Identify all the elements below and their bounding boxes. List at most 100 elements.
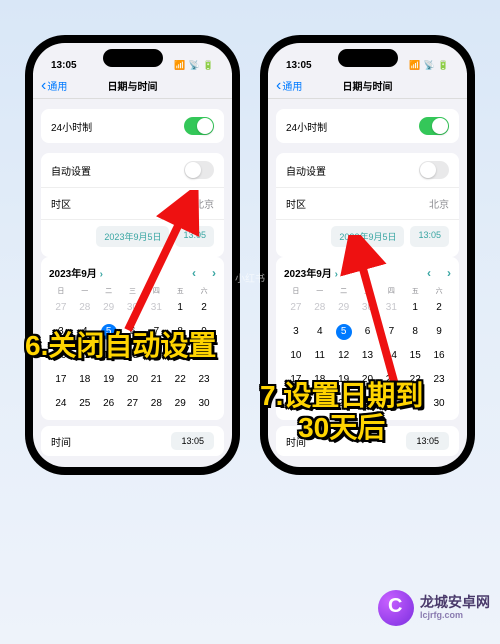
pill-date[interactable]: 2023年9月5日 xyxy=(96,226,169,247)
weekday-label: 五 xyxy=(403,286,427,296)
calendar-day-prevmonth[interactable]: 30 xyxy=(356,300,380,316)
calendar-day-prevmonth[interactable]: 27 xyxy=(284,300,308,316)
pill-time[interactable]: 13:05 xyxy=(410,226,449,247)
calendar-day[interactable]: 22 xyxy=(168,372,192,388)
calendar-prev-icon[interactable]: ‹ xyxy=(427,266,431,280)
calendar-header: 2023年9月 ‹ › xyxy=(49,265,216,280)
settings-group-datetime: 自动设置 时区 北京 2023年9月5日 13:05 xyxy=(276,153,459,257)
label-auto-set: 自动设置 xyxy=(286,163,326,178)
row-timezone[interactable]: 时区 北京 xyxy=(41,188,224,220)
calendar-day[interactable]: 19 xyxy=(97,372,121,388)
calendar-day[interactable]: 1 xyxy=(403,300,427,316)
calendar-day[interactable]: 2 xyxy=(192,300,216,316)
calendar-day[interactable]: 11 xyxy=(308,348,332,364)
calendar-day[interactable]: 21 xyxy=(144,372,168,388)
calendar-day[interactable]: 7 xyxy=(379,324,403,340)
calendar-day[interactable]: 13 xyxy=(356,348,380,364)
calendar-prev-icon[interactable]: ‹ xyxy=(192,266,196,280)
weekday-label: 一 xyxy=(308,286,332,296)
label-auto-set: 自动设置 xyxy=(51,163,91,178)
calendar-month-label[interactable]: 2023年9月 xyxy=(49,265,103,280)
calendar-month-label[interactable]: 2023年9月 xyxy=(284,265,338,280)
pill-date[interactable]: 2023年9月5日 xyxy=(331,226,404,247)
calendar-day[interactable]: 30 xyxy=(427,396,451,412)
calendar-day[interactable]: 16 xyxy=(427,348,451,364)
calendar-day-prevmonth[interactable]: 29 xyxy=(97,300,121,316)
page-title: 日期与时间 xyxy=(343,78,393,93)
pill-time[interactable]: 13:05 xyxy=(175,226,214,247)
watermark: 小红书 xyxy=(235,270,265,285)
calendar-day[interactable]: 20 xyxy=(121,372,145,388)
calendar-day-prevmonth[interactable]: 28 xyxy=(73,300,97,316)
row-auto-set: 自动设置 xyxy=(276,153,459,188)
calendar-next-icon[interactable]: › xyxy=(212,266,216,280)
weekday-label: 四 xyxy=(379,286,403,296)
time-picker-value[interactable]: 13:05 xyxy=(171,432,214,450)
calendar-day-prevmonth[interactable]: 29 xyxy=(332,300,356,316)
calendar-day[interactable]: 25 xyxy=(73,396,97,412)
calendar-day[interactable]: 6 xyxy=(356,324,380,340)
calendar-day[interactable]: 5 xyxy=(336,324,352,340)
calendar-day[interactable]: 27 xyxy=(121,396,145,412)
label-time: 时间 xyxy=(51,434,71,449)
calendar-day-prevmonth[interactable]: 27 xyxy=(49,300,73,316)
signal-icon: 📶 xyxy=(174,60,185,71)
status-time: 13:05 xyxy=(51,60,77,71)
toggle-24h[interactable] xyxy=(184,117,214,135)
phone-screen: 13:05 📶 📡 🔋 通用 日期与时间 24小时制 自动设置 时区 北京 20… xyxy=(33,43,232,467)
calendar-day[interactable]: 2 xyxy=(427,300,451,316)
calendar-day[interactable]: 30 xyxy=(192,396,216,412)
weekday-label: 六 xyxy=(192,286,216,296)
calendar-day-prevmonth[interactable]: 30 xyxy=(121,300,145,316)
calendar-weekdays: 日一二三四五六 xyxy=(49,286,216,296)
calendar-day[interactable]: 26 xyxy=(97,396,121,412)
phone-pair: 13:05 📶 📡 🔋 通用 日期与时间 24小时制 自动设置 时区 北京 20… xyxy=(0,0,500,475)
brand-logo-icon xyxy=(378,590,414,626)
battery-icon: 🔋 xyxy=(438,60,449,71)
calendar-next-icon[interactable]: › xyxy=(447,266,451,280)
brand-url: lcjrfg.com xyxy=(420,611,490,621)
calendar-day[interactable]: 17 xyxy=(49,372,73,388)
toggle-auto-set[interactable] xyxy=(184,161,214,179)
calendar-weekdays: 日一二三四五六 xyxy=(284,286,451,296)
calendar-day[interactable]: 18 xyxy=(73,372,97,388)
site-brand: 龙城安卓网 lcjrfg.com xyxy=(378,590,490,626)
battery-icon: 🔋 xyxy=(203,60,214,71)
back-button[interactable]: 通用 xyxy=(41,78,67,93)
calendar-day[interactable]: 1 xyxy=(168,300,192,316)
weekday-label: 六 xyxy=(427,286,451,296)
label-timezone: 时区 xyxy=(286,196,306,211)
calendar-day[interactable]: 29 xyxy=(168,396,192,412)
calendar-day[interactable]: 12 xyxy=(332,348,356,364)
calendar-day[interactable]: 15 xyxy=(403,348,427,364)
row-date-preview: 2023年9月5日 13:05 xyxy=(276,220,459,257)
calendar-day[interactable]: 3 xyxy=(284,324,308,340)
toggle-24h[interactable] xyxy=(419,117,449,135)
status-icons: 📶 📡 🔋 xyxy=(409,60,449,71)
back-button[interactable]: 通用 xyxy=(276,78,302,93)
calendar-day-prevmonth[interactable]: 28 xyxy=(308,300,332,316)
phone-frame: 13:05 📶 📡 🔋 通用 日期与时间 24小时制 自动设置 时区 北京 20… xyxy=(25,35,240,475)
label-24h: 24小时制 xyxy=(51,119,92,134)
calendar-day[interactable]: 10 xyxy=(284,348,308,364)
weekday-label: 五 xyxy=(168,286,192,296)
calendar-day[interactable]: 14 xyxy=(379,348,403,364)
calendar-day[interactable]: 4 xyxy=(308,324,332,340)
calendar-day-prevmonth[interactable]: 31 xyxy=(144,300,168,316)
calendar-day[interactable]: 28 xyxy=(144,396,168,412)
row-date-preview: 2023年9月5日 13:05 xyxy=(41,220,224,257)
settings-group-format: 24小时制 xyxy=(276,109,459,143)
weekday-label: 日 xyxy=(284,286,308,296)
calendar-day-prevmonth[interactable]: 31 xyxy=(379,300,403,316)
wifi-icon: 📡 xyxy=(189,60,200,71)
calendar-day[interactable]: 9 xyxy=(427,324,451,340)
toggle-auto-set[interactable] xyxy=(419,161,449,179)
row-timezone[interactable]: 时区 北京 xyxy=(276,188,459,220)
settings-group-format: 24小时制 xyxy=(41,109,224,143)
calendar-day[interactable]: 24 xyxy=(49,396,73,412)
row-24h: 24小时制 xyxy=(276,109,459,143)
calendar-day[interactable]: 8 xyxy=(403,324,427,340)
calendar-day[interactable]: 23 xyxy=(192,372,216,388)
calendar-day[interactable]: 23 xyxy=(427,372,451,388)
settings-group-datetime: 自动设置 时区 北京 2023年9月5日 13:05 xyxy=(41,153,224,257)
